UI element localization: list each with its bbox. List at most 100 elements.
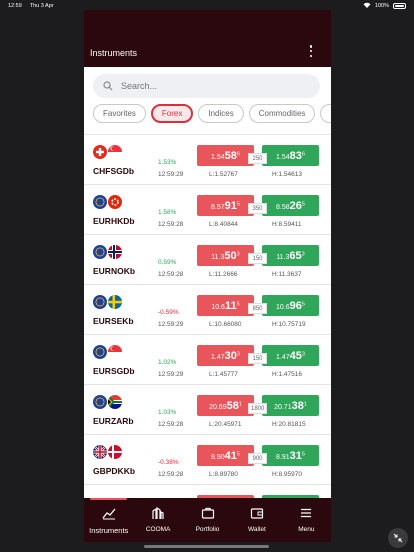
more-options-icon[interactable] xyxy=(309,45,313,57)
sell-price-button[interactable]: 1.54586 xyxy=(197,145,254,166)
instrument-row[interactable]: EURHKDb 1.58% 12:59:28 8.57915 8.58265 350 L:8… xyxy=(84,184,331,234)
spread-badge: 900 xyxy=(248,453,267,464)
instrument-symbol: EURSGDb xyxy=(93,366,135,376)
ask-price-pips: 45 xyxy=(289,349,302,362)
denmark-flag-icon xyxy=(108,445,122,459)
bid-price-prefix: 8.90 xyxy=(211,453,225,461)
instrument-row[interactable] xyxy=(84,484,331,498)
ask-price-pips: 26 xyxy=(289,199,302,212)
ask-price-pips: 96 xyxy=(289,299,302,312)
day-high: H:1.47516 xyxy=(272,371,302,378)
quote-time: 12:59:29 xyxy=(158,171,184,178)
spread-badge: 150 xyxy=(248,253,267,264)
quote-time: 12:59:28 xyxy=(158,421,184,428)
quote-time: 12:59:29 xyxy=(158,321,184,328)
daily-change: -0.38% xyxy=(158,459,179,466)
ask-price-fraction: 3 xyxy=(301,351,305,358)
nav-portfolio[interactable]: Portfolio xyxy=(183,498,232,542)
instrument-symbol: EURSEKb xyxy=(93,316,134,326)
eu-flag-icon xyxy=(93,345,107,359)
instrument-row[interactable]: EURSEKb -0.59% 12:59:29 10.6115 10.6965 850 L:… xyxy=(84,284,331,334)
switzerland-flag-icon xyxy=(93,145,107,159)
tab-favorites[interactable]: Favorites xyxy=(93,104,146,123)
instrument-row[interactable]: EURNOKb 0.59% 12:59:28 11.3503 11.3653 150 L:1… xyxy=(84,234,331,284)
category-tabs: FavoritesForexIndicesCommodities Stock xyxy=(93,104,331,126)
spread-badge: 150 xyxy=(248,353,267,364)
instrument-symbol: CHFSGDb xyxy=(93,166,135,176)
tab-stock[interactable]: Stock xyxy=(320,104,331,123)
tab-indices[interactable]: Indices xyxy=(198,104,244,123)
day-low: L:20.45971 xyxy=(209,421,242,428)
daily-change: 1.02% xyxy=(158,359,177,366)
ask-price-prefix: 1.54 xyxy=(276,153,290,161)
bottom-nav: Instruments COOMA Portfolio Wallet Menu xyxy=(84,498,331,542)
nav-label: COOMA xyxy=(145,526,171,533)
search-bar[interactable] xyxy=(93,74,320,98)
currency-flags xyxy=(93,195,122,209)
instrument-symbol: EURHKDb xyxy=(93,216,135,226)
day-low: L:11.2666 xyxy=(209,271,238,278)
instrument-row[interactable]: GBPDKKb -0.38% 12:59:28 8.90415 8.91315 900 L:… xyxy=(84,434,331,484)
currency-flags xyxy=(93,295,122,309)
day-high: H:8.95970 xyxy=(272,471,302,478)
ask-price-prefix: 8.91 xyxy=(276,453,290,461)
tab-forex[interactable]: Forex xyxy=(150,104,194,123)
spread-badge: 850 xyxy=(248,303,267,314)
instrument-row[interactable]: CHFSGDb 1.53% 12:59:29 1.54586 1.54836 250 L:1… xyxy=(84,134,331,184)
bid-price-pips: 11 xyxy=(224,299,237,312)
quote-time: 12:59:28 xyxy=(158,221,184,228)
page-title: Instruments xyxy=(90,48,138,58)
buy-price-button[interactable]: 1.54836 xyxy=(262,145,319,166)
singapore-flag-icon xyxy=(108,345,122,359)
buy-price-button[interactable]: 1.47453 xyxy=(262,345,319,366)
nav-label: Portfolio xyxy=(195,526,220,533)
briefcase-icon xyxy=(201,506,215,526)
buy-price-button[interactable]: 20.71381 xyxy=(262,395,319,416)
instrument-row[interactable]: EURZARb 1.03% 12:59:28 20.69581 20.71381 1800… xyxy=(84,384,331,434)
buy-price-button[interactable]: 11.3653 xyxy=(262,245,319,266)
eu-flag-icon xyxy=(93,245,107,259)
bid-price-fraction: 5 xyxy=(236,451,240,458)
nav-wallet[interactable]: Wallet xyxy=(232,498,281,542)
day-high: H:10.75719 xyxy=(272,321,306,328)
sell-price-button[interactable]: 1.47303 xyxy=(197,345,254,366)
nav-instruments[interactable]: Instruments xyxy=(84,498,133,542)
nav-cooma[interactable]: COOMA xyxy=(133,498,182,542)
currency-flags xyxy=(93,345,122,359)
battery-percent: 100% xyxy=(374,3,389,9)
instrument-symbol: EURNOKb xyxy=(93,266,136,276)
currency-flags xyxy=(93,245,122,259)
search-input[interactable] xyxy=(121,81,301,91)
sell-price-button[interactable]: 11.3503 xyxy=(197,245,254,266)
app-header: Instruments xyxy=(84,10,331,67)
ask-price-pips: 38 xyxy=(291,399,304,412)
ask-price-fraction: 1 xyxy=(303,401,307,408)
buy-price-button[interactable]: 10.6965 xyxy=(262,295,319,316)
norway-flag-icon xyxy=(108,245,122,259)
sell-price-button[interactable]: 20.69581 xyxy=(197,395,254,416)
sell-price-button[interactable]: 10.6115 xyxy=(197,295,254,316)
bid-price-pips: 41 xyxy=(224,449,237,462)
sell-price-button[interactable]: 8.90415 xyxy=(197,445,254,466)
spread-badge: 250 xyxy=(248,153,267,164)
day-high: H:20.81815 xyxy=(272,421,306,428)
sell-price-button[interactable]: 8.57915 xyxy=(197,195,254,216)
ask-price-prefix: 20.71 xyxy=(274,403,292,411)
bid-price-fraction: 5 xyxy=(236,201,240,208)
day-high: H:8.59411 xyxy=(272,221,302,228)
day-high: H:11.3637 xyxy=(272,271,302,278)
buy-price-button[interactable]: 8.91315 xyxy=(262,445,319,466)
ask-price-pips: 65 xyxy=(289,249,302,262)
nav-label: Instruments xyxy=(89,526,129,535)
buy-price-button[interactable]: 8.58265 xyxy=(262,195,319,216)
nav-menu[interactable]: Menu xyxy=(282,498,331,542)
battery-icon xyxy=(393,3,406,9)
day-high: H:1.54613 xyxy=(272,171,302,178)
instrument-row[interactable]: EURSGDb 1.02% 12:59:29 1.47303 1.47453 150 L:1… xyxy=(84,334,331,384)
bid-price-pips: 91 xyxy=(224,199,237,212)
ask-price-prefix: 8.58 xyxy=(276,203,290,211)
instrument-list[interactable]: CHFSGDb 1.53% 12:59:29 1.54586 1.54836 250 L:1… xyxy=(84,134,331,498)
status-date: Thu 3 Apr xyxy=(29,3,54,9)
collapse-icon[interactable] xyxy=(388,528,408,548)
tab-commodities[interactable]: Commodities xyxy=(248,104,316,123)
